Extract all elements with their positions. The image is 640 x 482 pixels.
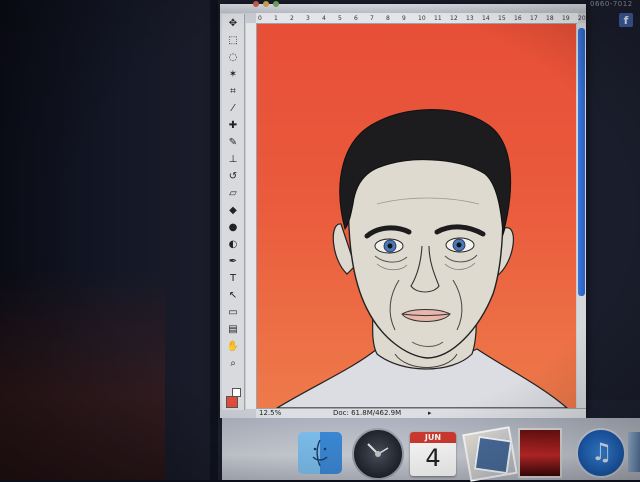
move-tool[interactable]: ✥ bbox=[226, 18, 240, 29]
lasso-tool[interactable]: ◌ bbox=[226, 52, 240, 63]
background-window-text: 0660-7012 bbox=[590, 0, 633, 8]
ruler-tick-label: 16 bbox=[514, 15, 522, 22]
ruler-tick-label: 17 bbox=[530, 15, 538, 22]
tools-palette: ✥ ⬚ ◌ ✶ ⌗ ⁄ ✚ ✎ ⊥ ↺ ▱ ◆ ● ◐ ✒ T ↖ ▭ ▤ ✋ ⌕ bbox=[222, 14, 245, 410]
photo-booth-icon[interactable] bbox=[518, 428, 562, 478]
calendar-day-label: 4 bbox=[425, 444, 441, 472]
ruler-tick-label: 3 bbox=[306, 15, 310, 22]
ruler-tick-label: 6 bbox=[354, 15, 358, 22]
ruler-tick-label: 9 bbox=[402, 15, 406, 22]
paint-bucket-tool[interactable]: ◆ bbox=[226, 205, 240, 216]
calendar-month-label: JUN bbox=[410, 432, 456, 443]
trash-icon[interactable] bbox=[628, 432, 640, 472]
document-canvas[interactable] bbox=[257, 24, 576, 408]
zoom-tool[interactable]: ⌕ bbox=[226, 358, 240, 369]
background-window bbox=[585, 0, 640, 400]
eraser-tool[interactable]: ▱ bbox=[226, 188, 240, 199]
blur-tool[interactable]: ● bbox=[226, 222, 240, 233]
ruler-tick-label: 15 bbox=[498, 15, 506, 22]
eyedropper-tool[interactable]: ⁄ bbox=[226, 103, 240, 114]
ruler-tick-label: 20 bbox=[578, 15, 586, 22]
foreground-color-swatch[interactable] bbox=[226, 396, 238, 408]
clone-stamp-tool[interactable]: ⊥ bbox=[226, 154, 240, 165]
pen-tool[interactable]: ✒ bbox=[226, 256, 240, 267]
ruler-tick-label: 13 bbox=[466, 15, 474, 22]
ruler-tick-label: 4 bbox=[322, 15, 326, 22]
dashboard-gauge-icon bbox=[367, 443, 389, 457]
ruler-tick-label: 0 bbox=[258, 15, 262, 22]
vertical-scroll-thumb[interactable] bbox=[578, 28, 585, 296]
finder-face-icon bbox=[312, 440, 328, 466]
horizontal-ruler: 0 1 2 3 4 5 6 7 8 9 10 11 12 13 14 15 16 17 18 19 20 bbox=[256, 13, 586, 24]
status-menu-arrow-icon[interactable]: ▸ bbox=[428, 409, 432, 417]
close-window-button[interactable] bbox=[253, 1, 259, 7]
ruler-tick-label: 10 bbox=[418, 15, 426, 22]
zoom-window-button[interactable] bbox=[273, 1, 279, 7]
ruler-tick-label: 7 bbox=[370, 15, 374, 22]
document-size-info: Doc: 61.8M/462.9M bbox=[333, 409, 402, 417]
ruler-tick-label: 5 bbox=[338, 15, 342, 22]
magic-wand-tool[interactable]: ✶ bbox=[226, 69, 240, 80]
ruler-tick-label: 11 bbox=[434, 15, 442, 22]
vertical-ruler bbox=[246, 23, 257, 409]
room-lamp-glow bbox=[0, 270, 165, 480]
dashboard-icon[interactable] bbox=[352, 428, 404, 480]
healing-brush-tool[interactable]: ✚ bbox=[226, 120, 240, 131]
ruler-tick-label: 19 bbox=[562, 15, 570, 22]
notes-tool[interactable]: ▤ bbox=[226, 324, 240, 335]
zoom-level-field[interactable]: 12.5% bbox=[259, 409, 281, 417]
path-selection-tool[interactable]: ↖ bbox=[226, 290, 240, 301]
history-brush-tool[interactable]: ↺ bbox=[226, 171, 240, 182]
marquee-tool[interactable]: ⬚ bbox=[226, 35, 240, 46]
ruler-tick-label: 1 bbox=[274, 15, 278, 22]
dodge-tool[interactable]: ◐ bbox=[226, 239, 240, 250]
crop-tool[interactable]: ⌗ bbox=[226, 86, 240, 97]
ruler-tick-label: 12 bbox=[450, 15, 458, 22]
ruler-tick-label: 8 bbox=[386, 15, 390, 22]
ruler-tick-label: 14 bbox=[482, 15, 490, 22]
itunes-note-icon: ♫ bbox=[591, 438, 613, 466]
type-tool[interactable]: T bbox=[226, 273, 240, 284]
ruler-tick-label: 2 bbox=[290, 15, 294, 22]
portrait-illustration bbox=[275, 109, 568, 408]
minimize-window-button[interactable] bbox=[263, 1, 269, 7]
shape-tool[interactable]: ▭ bbox=[226, 307, 240, 318]
hand-tool[interactable]: ✋ bbox=[226, 341, 240, 352]
facebook-icon[interactable]: f bbox=[619, 13, 633, 27]
ruler-tick-label: 18 bbox=[546, 15, 554, 22]
brush-tool[interactable]: ✎ bbox=[226, 137, 240, 148]
iphoto-photo-icon bbox=[473, 435, 513, 475]
